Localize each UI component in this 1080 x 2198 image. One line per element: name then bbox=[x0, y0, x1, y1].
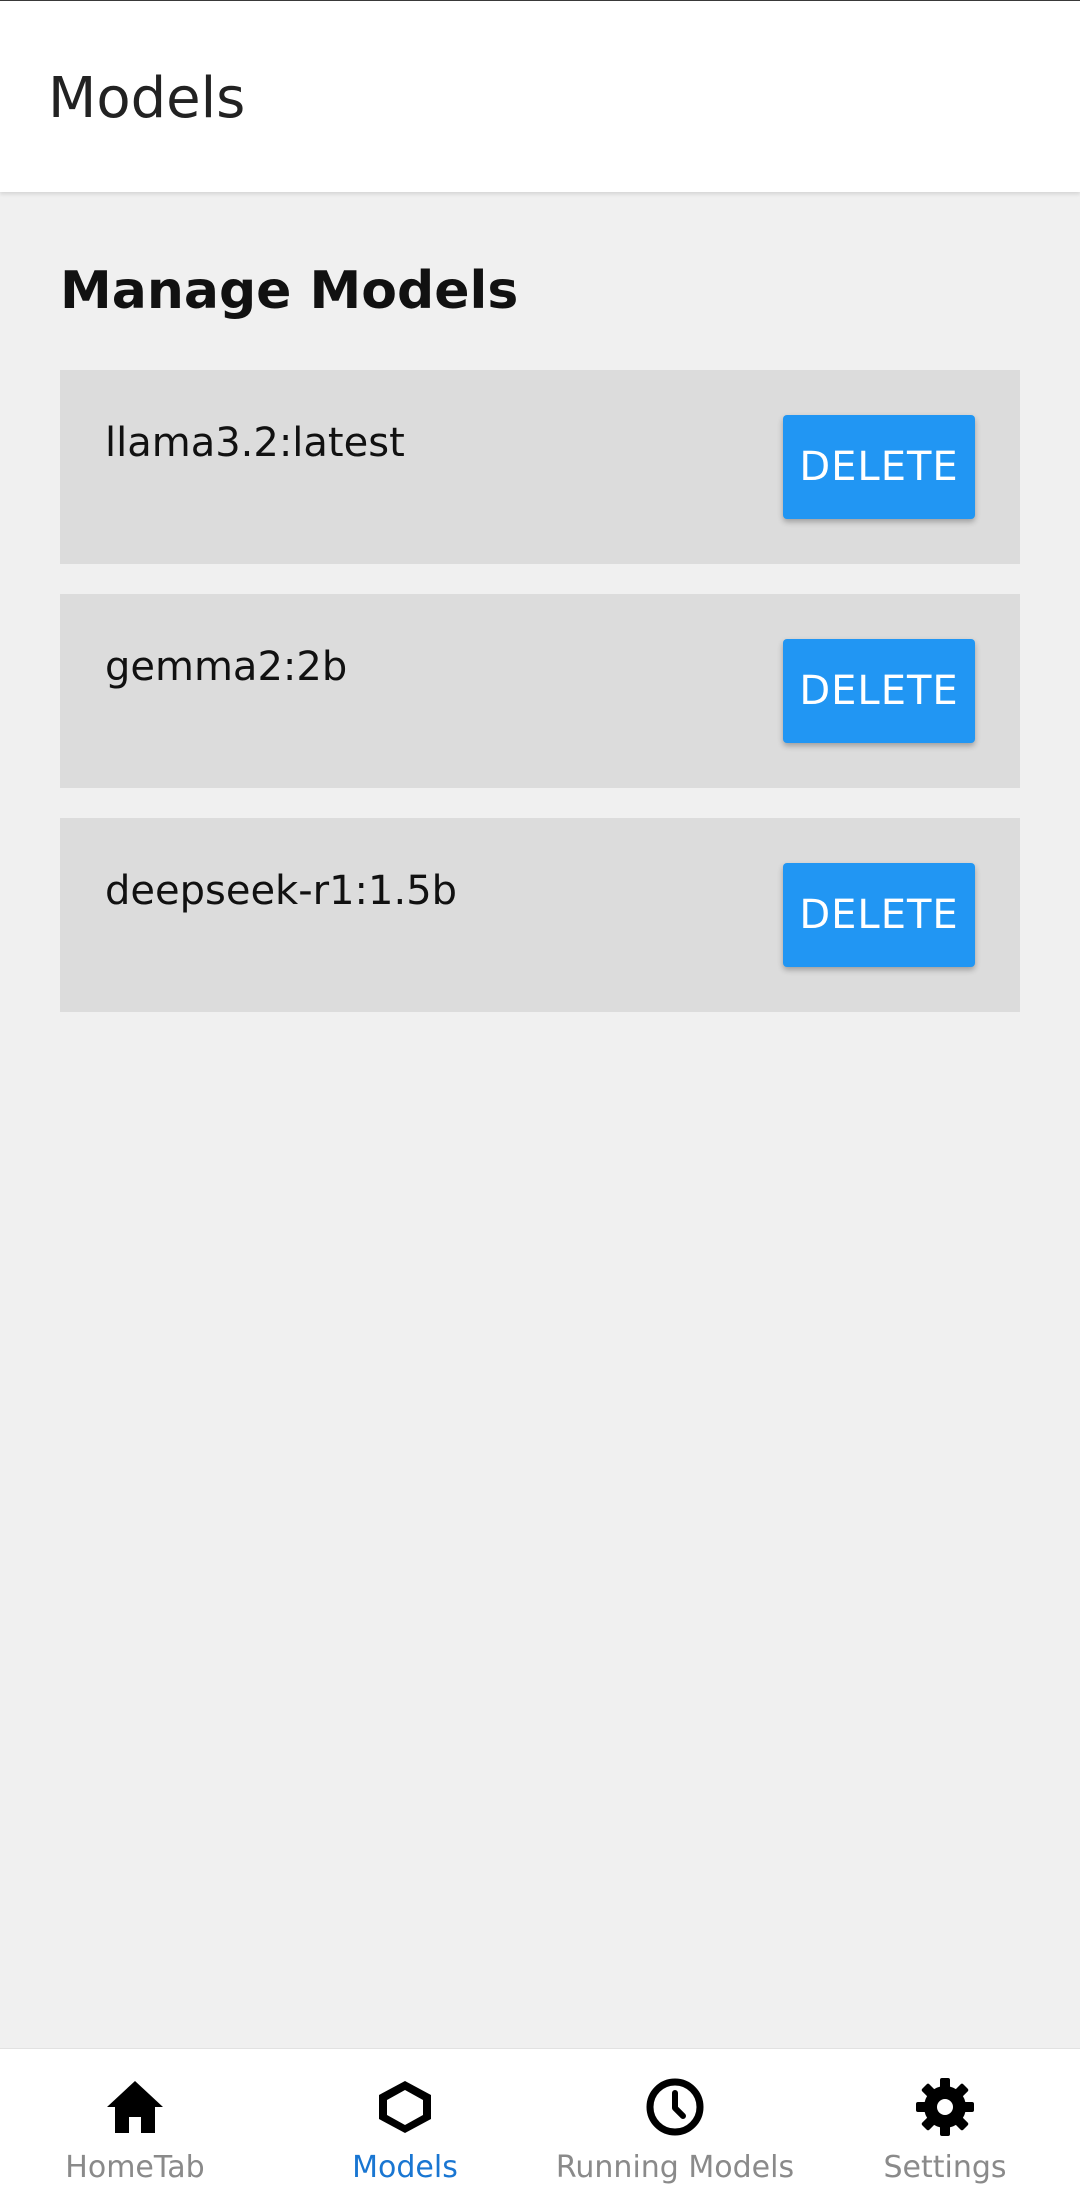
hexagon-icon bbox=[379, 2081, 431, 2133]
model-card: llama3.2:latest DELETE bbox=[60, 370, 1020, 564]
model-name: deepseek-r1:1.5b bbox=[105, 868, 458, 914]
home-icon bbox=[107, 2081, 163, 2133]
app-header: Models bbox=[0, 1, 1080, 192]
delete-button[interactable]: DELETE bbox=[783, 415, 975, 519]
main-content: Manage Models llama3.2:latest DELETE gem… bbox=[0, 193, 1080, 2048]
gear-icon bbox=[916, 2078, 974, 2136]
bottom-navigation: HomeTab Models Running Models Settings bbox=[0, 2048, 1080, 2198]
model-list: llama3.2:latest DELETE gemma2:2b DELETE … bbox=[60, 370, 1020, 1042]
clock-icon bbox=[646, 2078, 704, 2136]
tab-models[interactable]: Models bbox=[270, 2049, 540, 2198]
model-name: gemma2:2b bbox=[105, 644, 348, 690]
delete-button[interactable]: DELETE bbox=[783, 863, 975, 967]
model-card: gemma2:2b DELETE bbox=[60, 594, 1020, 788]
tab-label: Running Models bbox=[555, 2150, 795, 2185]
model-name: llama3.2:latest bbox=[105, 420, 405, 466]
tab-settings[interactable]: Settings bbox=[810, 2049, 1080, 2198]
section-title: Manage Models bbox=[60, 261, 519, 321]
tab-label: Settings bbox=[883, 2150, 1007, 2185]
tab-label: Models bbox=[352, 2150, 458, 2185]
model-card: deepseek-r1:1.5b DELETE bbox=[60, 818, 1020, 1012]
delete-button[interactable]: DELETE bbox=[783, 639, 975, 743]
tab-label: HomeTab bbox=[65, 2150, 205, 2185]
tab-home[interactable]: HomeTab bbox=[0, 2049, 270, 2198]
page-title: Models bbox=[48, 66, 246, 131]
tab-running-models[interactable]: Running Models bbox=[540, 2049, 810, 2198]
